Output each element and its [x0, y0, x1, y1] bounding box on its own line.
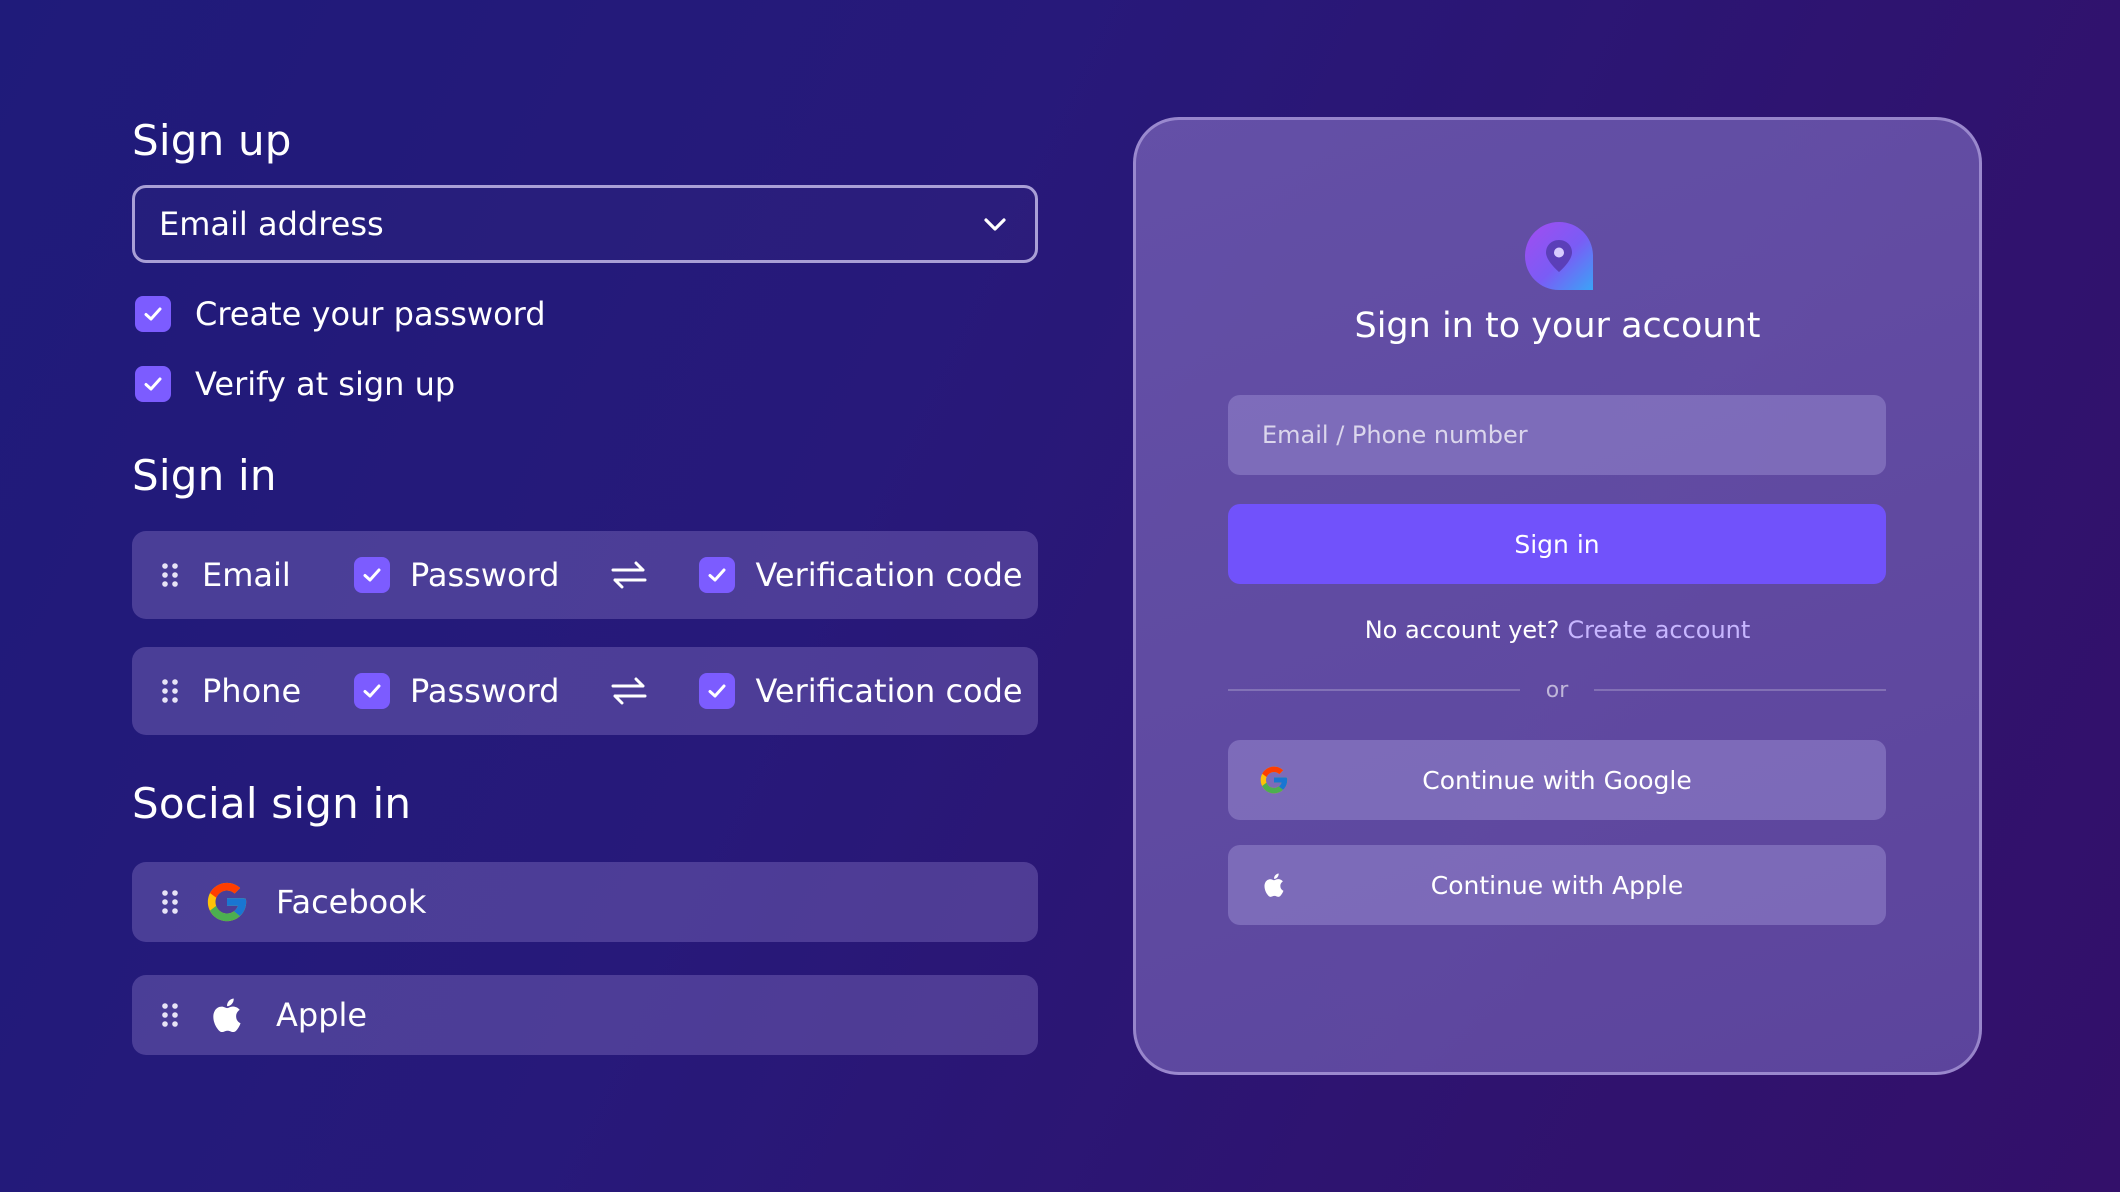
check-icon — [363, 684, 381, 698]
verify-signup-checkbox[interactable] — [135, 366, 171, 402]
chevron-down-icon — [984, 218, 1006, 231]
check-icon — [708, 684, 726, 698]
drag-handle-icon[interactable] — [160, 562, 180, 588]
continue-with-apple-button[interactable]: Continue with Apple — [1228, 845, 1886, 925]
option-verify-signup[interactable]: Verify at sign up — [135, 365, 455, 403]
option-create-password[interactable]: Create your password — [135, 295, 546, 333]
swap-arrows-icon[interactable] — [609, 675, 649, 707]
password-checkbox[interactable] — [354, 557, 390, 593]
check-icon — [144, 377, 162, 391]
location-pin-logo-icon — [1525, 222, 1593, 290]
check-icon — [144, 307, 162, 321]
continue-with-apple-label: Continue with Apple — [1430, 870, 1684, 900]
social-item-apple[interactable]: Apple — [132, 975, 1038, 1055]
verification-code-checkbox[interactable] — [699, 557, 736, 593]
divider-line — [1228, 689, 1520, 691]
verification-code-label: Verification code — [755, 556, 1023, 594]
check-icon — [363, 568, 381, 582]
apple-icon — [1264, 873, 1284, 897]
or-divider: or — [1228, 675, 1887, 705]
signup-title: Sign up — [132, 116, 292, 165]
drag-handle-icon[interactable] — [160, 678, 180, 704]
method-name: Phone — [202, 672, 302, 710]
social-item-facebook[interactable]: Facebook — [132, 862, 1038, 942]
google-icon — [207, 882, 247, 922]
drag-handle-icon[interactable] — [160, 1002, 180, 1028]
password-label: Password — [410, 672, 560, 710]
sign-in-button-label: Sign in — [1514, 529, 1600, 559]
signup-identifier-select[interactable]: Email address — [132, 185, 1038, 263]
divider-text: or — [1545, 677, 1569, 703]
signin-method-phone[interactable]: Phone Password Verification code — [132, 647, 1038, 735]
social-label: Facebook — [276, 883, 427, 921]
create-password-checkbox[interactable] — [135, 296, 171, 332]
sign-in-button[interactable]: Sign in — [1228, 504, 1886, 584]
signin-title: Sign in — [132, 451, 277, 500]
social-signin-title: Social sign in — [132, 779, 412, 828]
divider-line — [1594, 689, 1887, 691]
password-label: Password — [410, 556, 560, 594]
signin-method-email[interactable]: Email Password Verification code — [132, 531, 1038, 619]
google-icon — [1260, 766, 1288, 794]
email-phone-input[interactable]: Email / Phone number — [1228, 395, 1886, 475]
method-name: Email — [202, 556, 291, 594]
card-title: Sign in to your account — [1354, 306, 1761, 346]
signup-identifier-value: Email address — [159, 205, 384, 243]
social-label: Apple — [276, 996, 368, 1034]
create-account-link[interactable]: Create account — [1567, 616, 1750, 644]
verification-code-checkbox[interactable] — [699, 673, 736, 709]
no-account-text: No account yet? — [1364, 616, 1560, 644]
check-icon — [708, 568, 726, 582]
swap-arrows-icon[interactable] — [609, 559, 649, 591]
password-checkbox[interactable] — [354, 673, 390, 709]
continue-with-google-label: Continue with Google — [1422, 765, 1692, 795]
no-account-row: No account yet? Create account — [1136, 616, 1979, 644]
apple-icon — [213, 998, 241, 1033]
continue-with-google-button[interactable]: Continue with Google — [1228, 740, 1886, 820]
option-label: Verify at sign up — [195, 365, 456, 403]
signin-preview-card: Sign in to your account Email / Phone nu… — [1133, 117, 1982, 1075]
drag-handle-icon[interactable] — [160, 889, 180, 915]
verification-code-label: Verification code — [755, 672, 1023, 710]
option-label: Create your password — [195, 295, 546, 333]
email-phone-placeholder: Email / Phone number — [1262, 421, 1528, 449]
